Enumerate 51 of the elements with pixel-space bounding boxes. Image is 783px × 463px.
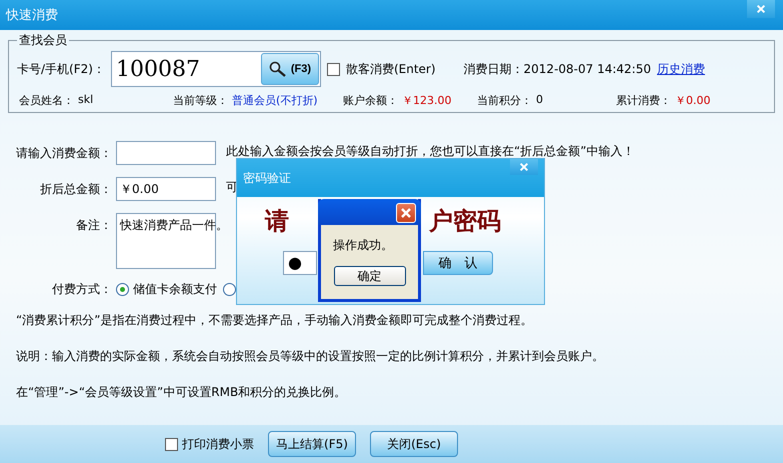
print-receipt-checkbox[interactable] [165,438,178,450]
group-title: 查找会员 [18,32,68,49]
remark-label: 备注： [75,217,112,234]
info-label: 账户余额： [343,93,398,108]
message-text: 操作成功。 [333,237,394,254]
confirm-button[interactable]: 确 认 [423,251,493,275]
note-text: 说明：输入消费的实际金额，系统会自动按照会员等级中的设置按照一定的比例计算积分，并累计到会员账户。 [16,348,605,365]
date-label: 消费日期：2012-08-07 14:42:50 [464,60,651,78]
close-icon [400,207,412,219]
prompt-text: 请 [265,205,289,237]
card-label: 卡号/手机(F2)： [17,60,105,78]
amount-label: 请输入消费金额： [15,145,112,162]
window-title: 快速消费 [6,7,58,24]
note-text: 在“管理”->“会员等级设置”中可设置RMB和积分的兑换比例。 [16,384,348,401]
payment-radio[interactable] [223,283,236,296]
search-button[interactable]: (F3) [260,53,319,85]
close-icon [756,4,766,14]
total-hint: 可 [226,179,238,196]
prompt-text: 户密码 [429,205,501,237]
ok-button[interactable]: 确定 [334,266,406,286]
total-label: 折后总金额： [39,181,112,198]
walk-in-checkbox[interactable] [326,62,340,76]
info-value: skl [78,93,94,108]
close-button[interactable] [747,0,775,18]
info-label: 会员姓名： [19,93,74,108]
close-button[interactable] [510,159,538,175]
card-input-field[interactable]: 100087 (F3) [110,51,321,87]
footer-button[interactable]: 马上结算(F5) [268,431,356,457]
print-receipt-label: 打印消费小票 [182,436,254,452]
info-label: 累计消费： [616,93,671,108]
note-text: “消费累计积分”是指在消费过程中，不需要选择产品，手动输入消费金额即可完成整个消费过程。 [16,312,534,329]
total-input[interactable]: ￥0.00 [116,177,216,201]
password-field[interactable]: ● [283,251,317,275]
footer-button[interactable]: 关闭(Esc) [370,431,458,457]
history-link[interactable]: 历史消费 [656,60,705,78]
info-value: ￥0.00 [675,93,710,108]
info-label: 当前等级： [173,93,228,108]
payment-radio[interactable] [116,283,129,296]
info-value: ￥123.00 [402,93,452,108]
info-value: 普通会员(不打折) [232,93,318,108]
search-icon [268,61,287,77]
info-label: 当前积分： [477,93,532,108]
close-button[interactable] [396,203,416,223]
amount-input[interactable] [116,141,216,165]
payment-label: 付费方式： [51,281,112,298]
payment-option-label: 储值卡余额支付 [133,281,217,298]
info-value: 0 [536,93,543,108]
walk-in-label: 散客消费(Enter) [346,60,436,78]
amount-hint: 此处输入金额会按会员等级自动打折，您也可以直接在“折后总金额”中输入！ [226,143,634,160]
dialog-title: 密码验证 [243,170,291,186]
close-icon [519,162,529,172]
